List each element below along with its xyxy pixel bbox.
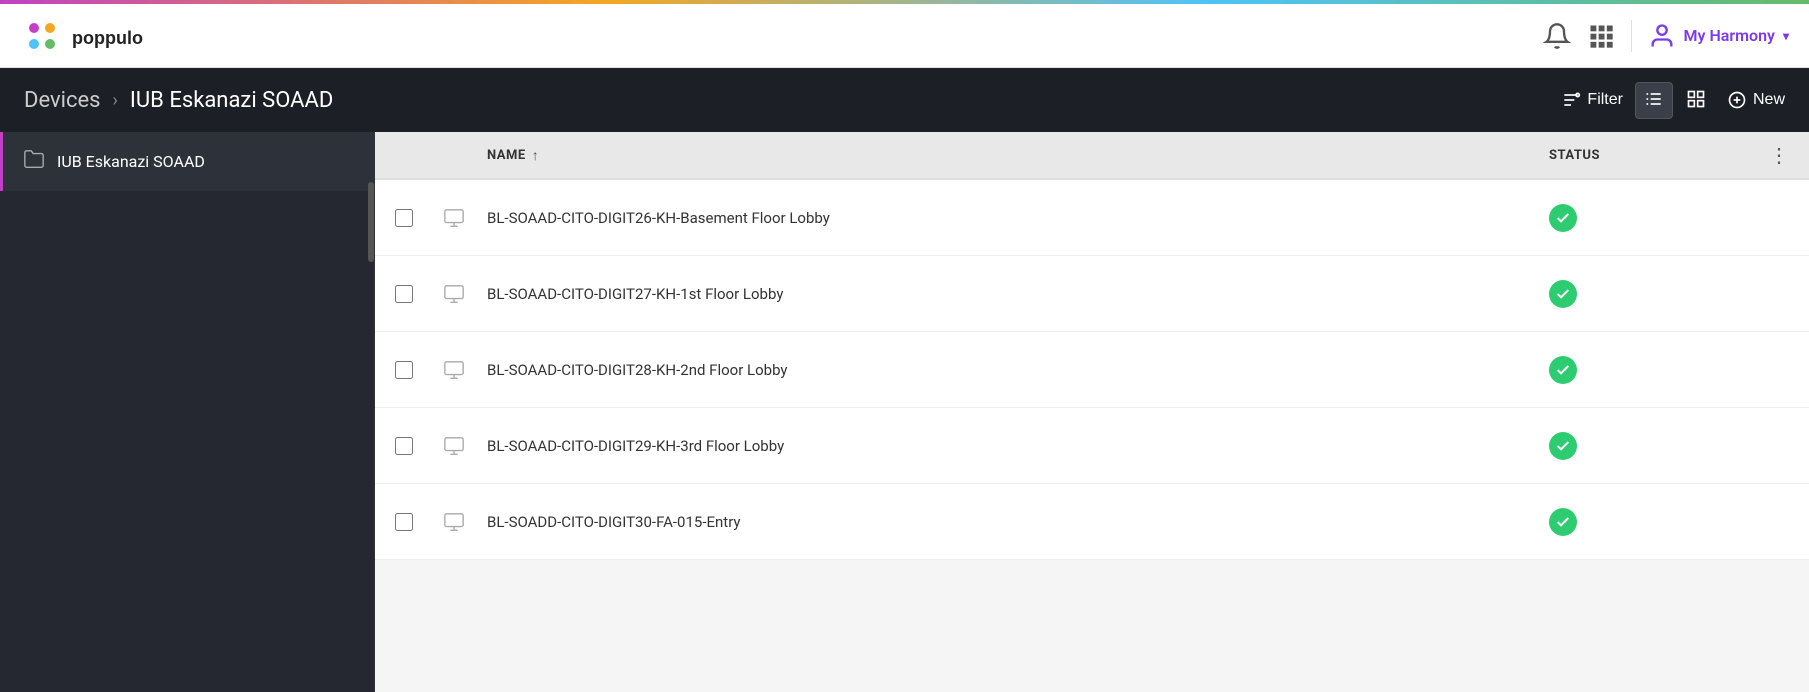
apps-grid-icon[interactable] bbox=[1587, 22, 1615, 50]
chevron-down-icon: ▾ bbox=[1783, 29, 1789, 43]
row-device-name: BL-SOAAD-CITO-DIGIT27-KH-1st Floor Lobby bbox=[487, 285, 1549, 303]
table-row[interactable]: BL-SOADD-CITO-DIGIT30-FA-015-Entry bbox=[375, 484, 1809, 560]
row-device-name: BL-SOAAD-CITO-DIGIT29-KH-3rd Floor Lobby bbox=[487, 437, 1549, 455]
checkbox-input[interactable] bbox=[395, 437, 413, 455]
filter-button[interactable]: Filter bbox=[1561, 90, 1623, 110]
sidebar-item-label: IUB Eskanazi SOAAD bbox=[57, 152, 205, 171]
row-device-icon-cell bbox=[443, 207, 487, 229]
table-row[interactable]: BL-SOAAD-CITO-DIGIT29-KH-3rd Floor Lobby bbox=[375, 408, 1809, 484]
checkbox-input[interactable] bbox=[395, 209, 413, 227]
poppulo-wordmark: poppulo bbox=[72, 22, 172, 50]
logo: poppulo bbox=[20, 14, 172, 58]
user-menu[interactable]: My Harmony ▾ bbox=[1648, 22, 1789, 50]
checkbox-input[interactable] bbox=[395, 361, 413, 379]
table-body: BL-SOAAD-CITO-DIGIT26-KH-Basement Floor … bbox=[375, 180, 1809, 560]
list-view-icon bbox=[1644, 89, 1664, 109]
row-status-cell bbox=[1549, 204, 1749, 232]
checkmark-icon bbox=[1555, 286, 1571, 302]
checkmark-icon bbox=[1555, 210, 1571, 226]
table-row[interactable]: BL-SOAAD-CITO-DIGIT26-KH-Basement Floor … bbox=[375, 180, 1809, 256]
status-ok-icon bbox=[1549, 280, 1577, 308]
row-status-cell bbox=[1549, 356, 1749, 384]
status-ok-icon bbox=[1549, 432, 1577, 460]
row-status-cell bbox=[1549, 508, 1749, 536]
header-right: My Harmony ▾ bbox=[1543, 20, 1789, 52]
row-status-cell bbox=[1549, 432, 1749, 460]
view-toggle bbox=[1635, 82, 1715, 119]
row-checkbox[interactable] bbox=[395, 513, 443, 531]
row-device-name: BL-SOADD-CITO-DIGIT30-FA-015-Entry bbox=[487, 513, 1549, 531]
breadcrumb-current: IUB Eskanazi SOAAD bbox=[130, 88, 333, 113]
checkmark-icon bbox=[1555, 362, 1571, 378]
row-device-icon-cell bbox=[443, 511, 487, 533]
row-device-name: BL-SOAAD-CITO-DIGIT26-KH-Basement Floor … bbox=[487, 209, 1549, 227]
poppulo-logo bbox=[20, 14, 64, 58]
table-row[interactable]: BL-SOAAD-CITO-DIGIT27-KH-1st Floor Lobby bbox=[375, 256, 1809, 332]
status-column-label: STATUS bbox=[1549, 148, 1600, 163]
row-device-name: BL-SOAAD-CITO-DIGIT28-KH-2nd Floor Lobby bbox=[487, 361, 1549, 379]
notification-bell-icon[interactable] bbox=[1543, 22, 1571, 50]
main-header: poppulo My Harmony bbox=[0, 4, 1809, 68]
row-status-cell bbox=[1549, 280, 1749, 308]
status-ok-icon bbox=[1549, 356, 1577, 384]
row-checkbox[interactable] bbox=[395, 437, 443, 455]
table-row[interactable]: BL-SOAAD-CITO-DIGIT28-KH-2nd Floor Lobby bbox=[375, 332, 1809, 408]
svg-text:poppulo: poppulo bbox=[72, 28, 143, 48]
new-label: New bbox=[1753, 91, 1785, 109]
header-more-col: ⋮ bbox=[1749, 143, 1789, 167]
row-device-icon-cell bbox=[443, 435, 487, 457]
header-name-col[interactable]: NAME ↑ bbox=[487, 147, 1549, 164]
status-ok-icon bbox=[1549, 204, 1577, 232]
device-icon bbox=[443, 283, 465, 305]
new-plus-icon bbox=[1727, 90, 1747, 110]
sidebar-item-iub[interactable]: IUB Eskanazi SOAAD bbox=[0, 132, 374, 191]
header-divider bbox=[1631, 20, 1632, 52]
sub-header: Devices › IUB Eskanazi SOAAD Filter bbox=[0, 68, 1809, 132]
breadcrumb: Devices › IUB Eskanazi SOAAD bbox=[24, 88, 333, 113]
device-icon bbox=[443, 359, 465, 381]
folder-icon bbox=[23, 148, 45, 175]
row-checkbox[interactable] bbox=[395, 209, 443, 227]
status-ok-icon bbox=[1549, 508, 1577, 536]
row-device-icon-cell bbox=[443, 283, 487, 305]
device-icon bbox=[443, 435, 465, 457]
sidebar: IUB Eskanazi SOAAD bbox=[0, 132, 375, 692]
grid-view-icon bbox=[1686, 89, 1706, 109]
sub-header-actions: Filter bbox=[1561, 82, 1785, 119]
content-area: NAME ↑ STATUS ⋮ BL-SOAAD-CITO-D bbox=[375, 132, 1809, 692]
table-header: NAME ↑ STATUS ⋮ bbox=[375, 132, 1809, 180]
row-checkbox[interactable] bbox=[395, 285, 443, 303]
list-view-button[interactable] bbox=[1635, 82, 1673, 119]
filter-icon bbox=[1561, 90, 1581, 110]
row-device-icon-cell bbox=[443, 359, 487, 381]
breadcrumb-separator: › bbox=[113, 90, 118, 111]
header-more-icon[interactable]: ⋮ bbox=[1769, 143, 1789, 167]
scrollbar-thumb[interactable] bbox=[368, 182, 374, 262]
device-icon bbox=[443, 511, 465, 533]
checkbox-input[interactable] bbox=[395, 513, 413, 531]
new-button[interactable]: New bbox=[1727, 90, 1785, 110]
breadcrumb-parent[interactable]: Devices bbox=[24, 88, 101, 113]
sort-asc-icon: ↑ bbox=[532, 147, 540, 164]
checkmark-icon bbox=[1555, 514, 1571, 530]
row-checkbox[interactable] bbox=[395, 361, 443, 379]
user-name: My Harmony bbox=[1684, 26, 1775, 45]
filter-label: Filter bbox=[1587, 91, 1623, 109]
main-layout: IUB Eskanazi SOAAD NAME ↑ STATUS ⋮ bbox=[0, 132, 1809, 692]
device-icon bbox=[443, 207, 465, 229]
user-avatar-icon bbox=[1648, 22, 1676, 50]
grid-view-button[interactable] bbox=[1677, 82, 1715, 119]
checkmark-icon bbox=[1555, 438, 1571, 454]
checkbox-input[interactable] bbox=[395, 285, 413, 303]
name-column-label: NAME bbox=[487, 148, 526, 163]
header-status-col: STATUS bbox=[1549, 148, 1749, 163]
